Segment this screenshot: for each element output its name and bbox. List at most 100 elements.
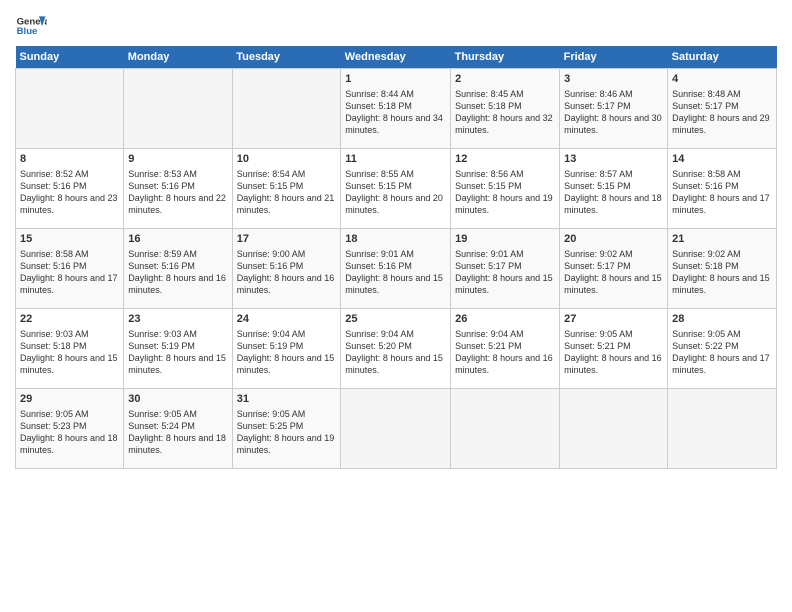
dow-header: Saturday	[668, 46, 777, 69]
sunrise: Sunrise: 9:05 AM	[128, 409, 197, 419]
sunrise: Sunrise: 8:52 AM	[20, 169, 89, 179]
calendar-body: 1 Sunrise: 8:44 AM Sunset: 5:18 PM Daylight…	[16, 69, 777, 469]
sunset: Sunset: 5:20 PM	[345, 341, 412, 351]
day-number: 3	[564, 72, 663, 87]
sunset: Sunset: 5:19 PM	[128, 341, 195, 351]
calendar-cell: 3Sunrise: 8:46 AMSunset: 5:17 PMDaylight…	[560, 69, 668, 149]
daylight: Daylight: 8 hours and 32 minutes.	[455, 113, 553, 135]
day-number: 24	[237, 312, 337, 327]
calendar-cell: 23 Sunrise: 9:03 AM Sunset: 5:19 PM Dayligh…	[124, 309, 232, 389]
sunrise: Sunrise: 8:57 AM	[564, 169, 633, 179]
calendar-cell: 31Sunrise: 9:05 AMSunset: 5:25 PMDayligh…	[232, 389, 341, 469]
calendar-week-row: 22Sunrise: 9:03 AMSunset: 5:18 PMDayligh…	[16, 309, 777, 389]
day-number: 29	[20, 392, 119, 407]
day-number: 13	[564, 152, 663, 167]
sunrise: Sunrise: 9:01 AM	[455, 249, 524, 259]
sunset: Sunset: 5:21 PM	[455, 341, 522, 351]
daylight: Daylight: 8 hours and 21 minutes.	[237, 193, 335, 215]
daylight: Daylight: 8 hours and 15 minutes.	[564, 273, 662, 295]
sunset: Sunset: 5:23 PM	[20, 421, 87, 431]
day-number: 17	[237, 232, 337, 247]
day-number: 19	[455, 232, 555, 247]
logo: General Blue	[15, 10, 47, 42]
sunrise: Sunrise: 9:02 AM	[672, 249, 741, 259]
calendar-week-row: 29 Sunrise: 9:05 AM Sunset: 5:23 PM Dayligh…	[16, 389, 777, 469]
daylight: Daylight: 8 hours and 15 minutes.	[345, 273, 443, 295]
daylight: Daylight: 8 hours and 20 minutes.	[345, 193, 443, 215]
daylight: Daylight: 8 hours and 19 minutes.	[237, 433, 335, 455]
daylight: Daylight: 8 hours and 16 minutes.	[564, 353, 662, 375]
calendar-cell: 16Sunrise: 8:59 AMSunset: 5:16 PMDayligh…	[124, 229, 232, 309]
dow-header: Wednesday	[341, 46, 451, 69]
sunset: Sunset: 5:17 PM	[672, 101, 739, 111]
sunrise: Sunrise: 9:05 AM	[20, 409, 89, 419]
calendar-cell: 10Sunrise: 8:54 AMSunset: 5:15 PMDayligh…	[232, 149, 341, 229]
sunrise: Sunrise: 9:03 AM	[128, 329, 197, 339]
dow-header: Friday	[560, 46, 668, 69]
sunrise: Sunrise: 8:44 AM	[345, 89, 414, 99]
sunrise: Sunrise: 9:05 AM	[237, 409, 306, 419]
calendar-cell: 20Sunrise: 9:02 AMSunset: 5:17 PMDayligh…	[560, 229, 668, 309]
calendar-table: SundayMondayTuesdayWednesdayThursdayFrid…	[15, 46, 777, 469]
daylight: Daylight: 8 hours and 17 minutes.	[672, 193, 770, 215]
sunset: Sunset: 5:16 PM	[237, 261, 304, 271]
sunrise: Sunrise: 9:04 AM	[455, 329, 524, 339]
calendar-cell	[16, 69, 124, 149]
calendar-cell: 12Sunrise: 8:56 AMSunset: 5:15 PMDayligh…	[451, 149, 560, 229]
dow-header: Tuesday	[232, 46, 341, 69]
sunset: Sunset: 5:22 PM	[672, 341, 739, 351]
day-number: 27	[564, 312, 663, 327]
calendar-cell	[560, 389, 668, 469]
sunrise: Sunrise: 9:04 AM	[237, 329, 306, 339]
day-number: 23	[128, 312, 227, 327]
day-number: 1	[345, 72, 446, 87]
day-number: 10	[237, 152, 337, 167]
sunset: Sunset: 5:16 PM	[345, 261, 412, 271]
day-of-week-row: SundayMondayTuesdayWednesdayThursdayFrid…	[16, 46, 777, 69]
calendar-cell: 24 Sunrise: 9:04 AM Sunset: 5:19 PM Dayligh…	[232, 309, 341, 389]
daylight: Daylight: 8 hours and 17 minutes.	[20, 273, 118, 295]
calendar-cell: 8Sunrise: 8:52 AMSunset: 5:16 PMDaylight…	[16, 149, 124, 229]
daylight: Daylight: 8 hours and 16 minutes.	[455, 353, 553, 375]
day-number: 15	[20, 232, 119, 247]
daylight: Daylight: 8 hours and 17 minutes.	[672, 353, 770, 375]
sunrise: Sunrise: 8:53 AM	[128, 169, 197, 179]
day-number: 11	[345, 152, 446, 167]
daylight: Daylight: 8 hours and 15 minutes.	[128, 353, 226, 375]
calendar-cell: 18Sunrise: 9:01 AMSunset: 5:16 PMDayligh…	[341, 229, 451, 309]
calendar-week-row: 1Sunrise: 8:44 AMSunset: 5:18 PMDaylight…	[16, 69, 777, 149]
calendar-cell	[451, 389, 560, 469]
sunset: Sunset: 5:17 PM	[564, 261, 631, 271]
calendar-cell: 1Sunrise: 8:44 AMSunset: 5:18 PMDaylight…	[341, 69, 451, 149]
dow-header: Sunday	[16, 46, 124, 69]
calendar-cell: 30Sunrise: 9:05 AMSunset: 5:24 PMDayligh…	[124, 389, 232, 469]
calendar-cell: 29Sunrise: 9:05 AMSunset: 5:23 PMDayligh…	[16, 389, 124, 469]
sunrise: Sunrise: 9:05 AM	[564, 329, 633, 339]
sunrise: Sunrise: 8:58 AM	[20, 249, 89, 259]
daylight: Daylight: 8 hours and 15 minutes.	[455, 273, 553, 295]
day-number: 14	[672, 152, 772, 167]
day-number: 16	[128, 232, 227, 247]
dow-header: Thursday	[451, 46, 560, 69]
sunset: Sunset: 5:15 PM	[345, 181, 412, 191]
calendar-cell: 27Sunrise: 9:05 AMSunset: 5:21 PMDayligh…	[560, 309, 668, 389]
sunset: Sunset: 5:19 PM	[237, 341, 304, 351]
daylight: Daylight: 8 hours and 15 minutes.	[237, 353, 335, 375]
day-number: 9	[128, 152, 227, 167]
calendar-cell	[341, 389, 451, 469]
day-number: 12	[455, 152, 555, 167]
calendar-cell: 4Sunrise: 8:48 AMSunset: 5:17 PMDaylight…	[668, 69, 777, 149]
sunset: Sunset: 5:18 PM	[672, 261, 739, 271]
calendar-cell: 26Sunrise: 9:04 AMSunset: 5:21 PMDayligh…	[451, 309, 560, 389]
day-number: 25	[345, 312, 446, 327]
sunset: Sunset: 5:17 PM	[564, 101, 631, 111]
svg-text:Blue: Blue	[17, 26, 38, 37]
calendar-cell: 17Sunrise: 9:00 AMSunset: 5:16 PMDayligh…	[232, 229, 341, 309]
logo-icon: General Blue	[15, 10, 47, 42]
calendar-cell: 2Sunrise: 8:45 AMSunset: 5:18 PMDaylight…	[451, 69, 560, 149]
sunrise: Sunrise: 8:58 AM	[672, 169, 741, 179]
day-number: 2	[455, 72, 555, 87]
sunrise: Sunrise: 9:00 AM	[237, 249, 306, 259]
day-number: 28	[672, 312, 772, 327]
daylight: Daylight: 8 hours and 22 minutes.	[128, 193, 226, 215]
